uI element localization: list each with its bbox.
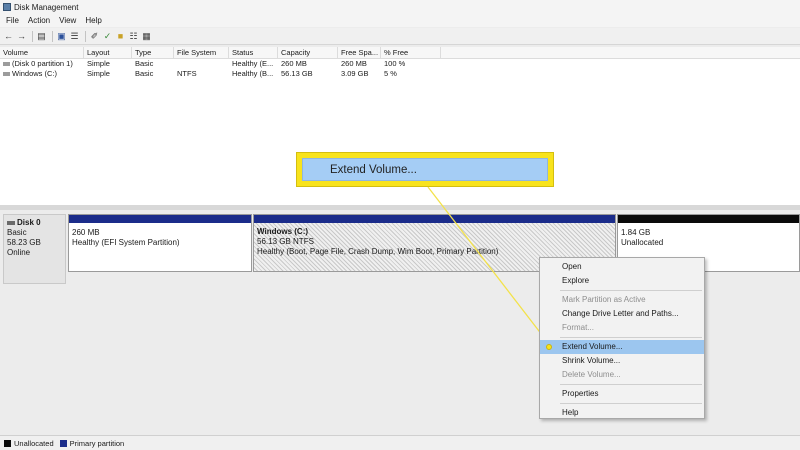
legend-swatch-primary [59, 439, 67, 447]
toolbar: ← → ▤ ▣ ☰ ✐ ✓ ■ ☷ ▦ [0, 28, 800, 45]
volume-layout: Simple [87, 59, 110, 68]
drive-icon [3, 62, 10, 67]
menu-item-shrink-volume[interactable]: Shrink Volume... [540, 354, 704, 368]
disk-icon [7, 220, 15, 225]
menu-file[interactable]: File [6, 16, 19, 25]
menu-item-mark-active: Mark Partition as Active [562, 295, 646, 304]
menu-help[interactable]: Help [85, 16, 101, 25]
volume-capacity: 260 MB [281, 59, 307, 68]
toolbar-separator [85, 30, 86, 42]
volume-list-header: Volume Layout Type File System Status Ca… [0, 47, 800, 59]
volume-percent-free: 100 % [384, 59, 406, 68]
disk-name-text: Disk 0 [17, 218, 41, 227]
disk-name: Disk 0 [7, 218, 62, 228]
menu-separator [560, 403, 702, 404]
table-row[interactable]: (Disk 0 partition 1) Simple Basic Health… [0, 59, 800, 69]
partition-bar [254, 215, 615, 223]
properties-icon[interactable]: ✐ [89, 31, 100, 42]
pointer-dot-icon [546, 344, 552, 350]
volume-file-system [174, 59, 229, 69]
partition-body: 260 MB Healthy (EFI System Partition) [69, 223, 251, 253]
partition-status: Healthy (EFI System Partition) [72, 238, 180, 247]
menu-item-delete-volume: Delete Volume... [562, 370, 621, 379]
column-file-system[interactable]: File System [174, 47, 229, 58]
menu-item-change-drive-letter[interactable]: Change Drive Letter and Paths... [540, 307, 704, 321]
console-icon[interactable]: ▤ [36, 31, 47, 42]
menu-view[interactable]: View [59, 16, 76, 25]
volume-free-space: 3.09 GB [341, 69, 369, 78]
legend-swatch-unallocated [4, 439, 11, 447]
partition-bar [618, 215, 799, 223]
column-status[interactable]: Status [229, 47, 278, 58]
volume-type: Basic [135, 59, 154, 68]
volume-name-text: Windows (C:) [12, 69, 58, 78]
volume-type: Basic [135, 69, 154, 78]
partition-size: 56.13 GB NTFS [257, 237, 314, 246]
volume-name-text: (Disk 0 partition 1) [12, 59, 73, 68]
context-menu: Open Explore Mark Partition as Active Ch… [539, 257, 705, 419]
legend-unallocated: Unallocated [14, 438, 54, 448]
menu-separator [560, 384, 702, 385]
volume-status: Healthy (E... [232, 59, 274, 68]
menu-action[interactable]: Action [28, 16, 50, 25]
menu-bar: File Action View Help [0, 14, 800, 27]
partition-status: Unallocated [621, 238, 664, 247]
disk-status: Online [7, 248, 31, 257]
column-free-space[interactable]: Free Spa... [338, 47, 381, 58]
column-layout[interactable]: Layout [84, 47, 132, 58]
column-capacity[interactable]: Capacity [278, 47, 338, 58]
menu-item-help[interactable]: Help [540, 406, 704, 420]
extend-volume-callout: Extend Volume... [296, 152, 554, 187]
check-icon[interactable]: ✓ [102, 31, 113, 42]
legend-primary: Primary partition [69, 438, 125, 448]
disk-type: Basic [7, 228, 27, 237]
partition-bar [69, 215, 251, 223]
disk-size: 58.23 GB [7, 238, 41, 247]
column-type[interactable]: Type [132, 47, 174, 58]
volume-status: Healthy (B... [232, 69, 274, 78]
disk-management-icon [3, 3, 11, 11]
menu-item-extend-volume[interactable]: Extend Volume... [540, 340, 704, 354]
help-icon[interactable]: ▣ [56, 31, 67, 42]
toolbar-separator [32, 30, 33, 42]
partition-status: Healthy (Boot, Page File, Crash Dump, Wi… [257, 247, 499, 256]
table-row[interactable]: Windows (C:) Simple Basic NTFS Healthy (… [0, 69, 800, 79]
volume-percent-free: 5 % [384, 69, 397, 78]
drive-icon [3, 72, 10, 77]
folder-icon[interactable]: ■ [115, 31, 126, 42]
window-title: Disk Management [14, 2, 79, 12]
forward-arrow-icon[interactable]: → [16, 31, 27, 42]
title-bar: Disk Management [0, 0, 800, 14]
menu-item-format: Format... [562, 323, 595, 332]
volume-layout: Simple [87, 69, 110, 78]
menu-item-explore[interactable]: Explore [540, 274, 704, 288]
partition-size: 1.84 GB [621, 228, 651, 237]
disk-0-label[interactable]: Disk 0 Basic 58.23 GB Online [3, 214, 66, 284]
partition-body: 1.84 GB Unallocated [618, 223, 799, 253]
volume-name: (Disk 0 partition 1) [0, 59, 84, 69]
column-percent-free[interactable]: % Free [381, 47, 441, 58]
list-icon[interactable]: ☰ [69, 31, 80, 42]
menu-item-extend-volume-label: Extend Volume... [562, 342, 623, 351]
toolbar-separator [52, 30, 53, 42]
volume-name: Windows (C:) [0, 69, 84, 79]
menu-item-properties[interactable]: Properties [540, 387, 704, 401]
volume-file-system: NTFS [177, 69, 197, 78]
partition-size: 260 MB [72, 228, 100, 237]
callout-label: Extend Volume... [302, 158, 548, 181]
back-arrow-icon[interactable]: ← [3, 31, 14, 42]
partition-efi[interactable]: 260 MB Healthy (EFI System Partition) [68, 214, 252, 272]
volume-capacity: 56.13 GB [281, 69, 313, 78]
menu-item-open[interactable]: Open [540, 260, 704, 274]
partition-title: Windows (C:) [257, 227, 309, 236]
grid-icon[interactable]: ▦ [141, 31, 152, 42]
refresh-icon[interactable]: ☷ [128, 31, 139, 42]
volume-free-space: 260 MB [341, 59, 367, 68]
menu-separator [560, 337, 702, 338]
menu-separator [560, 290, 702, 291]
legend: Unallocated Primary partition [0, 435, 800, 450]
column-volume[interactable]: Volume [0, 47, 84, 58]
